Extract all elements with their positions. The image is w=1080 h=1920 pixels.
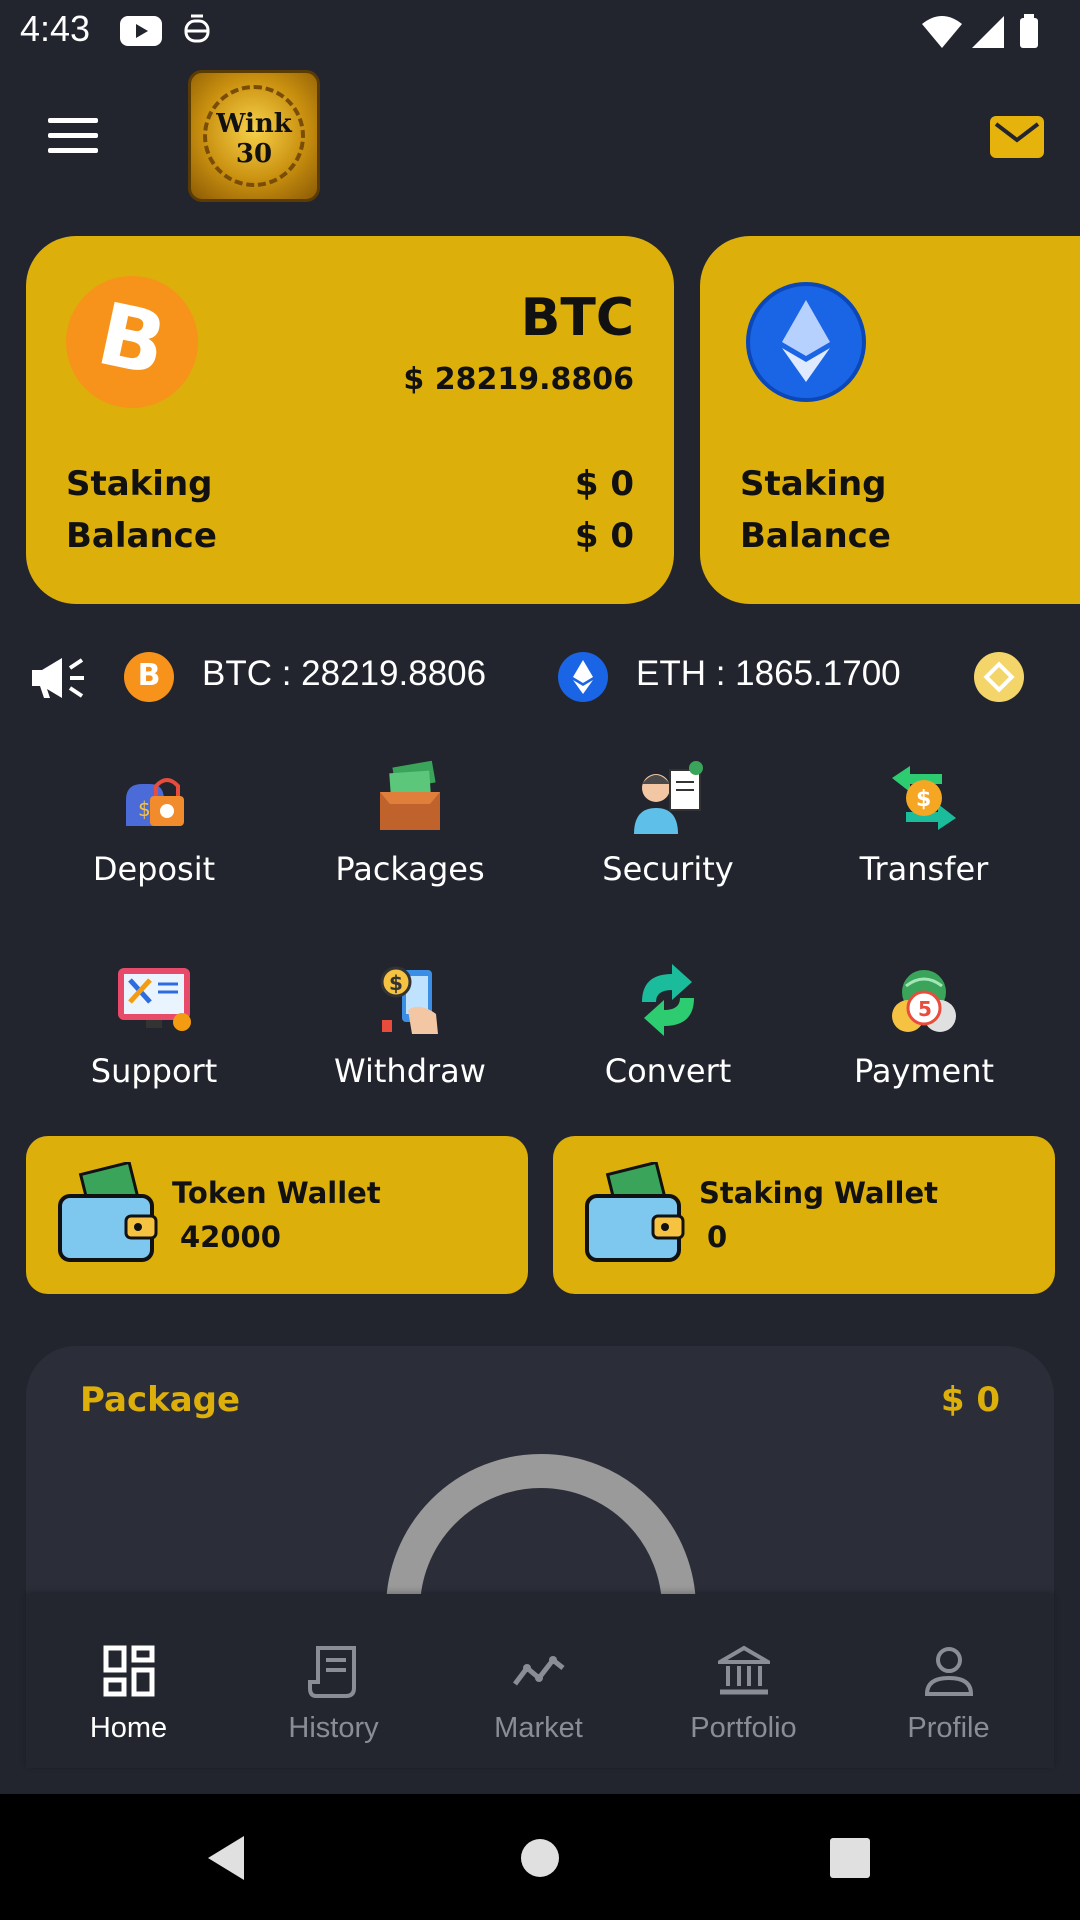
wallet-icon	[58, 1162, 158, 1262]
package-gauge	[386, 1454, 696, 1606]
wallet-value: 0	[707, 1220, 728, 1254]
security-person-icon	[634, 761, 703, 834]
status-icons	[922, 14, 1038, 48]
status-bar: 4:43	[0, 0, 1080, 64]
svg-text:5: 5	[918, 997, 932, 1021]
nav-label: Market	[494, 1712, 583, 1744]
staking-label: Staking	[740, 464, 887, 504]
feature-withdraw[interactable]: $ Withdraw	[300, 962, 520, 1122]
convert-arrows-icon	[642, 964, 694, 1036]
feature-label: Deposit	[92, 850, 216, 888]
profile-person-icon	[924, 1647, 974, 1696]
package-panel: Package $ 0	[26, 1346, 1054, 1606]
feature-convert[interactable]: Convert	[558, 962, 778, 1122]
card-price: $ 28219.8806	[403, 362, 634, 397]
feature-label: Payment	[853, 1052, 995, 1090]
feature-label: Transfer	[859, 850, 989, 888]
battery-icon	[1020, 18, 1038, 48]
svg-text:$: $	[389, 971, 403, 995]
staking-label: Staking	[66, 464, 213, 504]
history-receipt-icon	[308, 1646, 356, 1698]
feature-transfer[interactable]: $ Transfer	[814, 760, 1034, 920]
home-grid-icon	[103, 1645, 155, 1697]
deposit-money-bag-icon: $	[126, 778, 184, 826]
home-circle-icon[interactable]	[512, 1830, 568, 1886]
nav-profile[interactable]: Profile	[846, 1594, 1051, 1768]
app-logo: Wink 30	[188, 70, 320, 202]
nav-label: Home	[89, 1712, 168, 1744]
signal-icon	[972, 16, 1004, 48]
balance-value: $ 0	[574, 516, 634, 556]
feature-deposit[interactable]: $ Deposit	[44, 760, 264, 920]
feature-support[interactable]: Support	[44, 962, 264, 1122]
menu-hamburger-icon[interactable]	[48, 118, 98, 154]
ethereum-icon	[558, 652, 608, 702]
bottom-navigation: Home History Market Portfolio Profile	[26, 1594, 1054, 1768]
feature-security[interactable]: Security	[558, 760, 778, 920]
card-symbol: BTC	[520, 288, 634, 348]
staking-value: $ 0	[574, 464, 634, 504]
bot-notification-icon	[184, 14, 210, 43]
bitcoin-icon: B	[124, 652, 174, 702]
wifi-icon	[922, 16, 962, 48]
coin-card-eth[interactable]: Staking Balance	[700, 236, 1080, 604]
nav-label: History	[288, 1712, 379, 1744]
svg-text:$: $	[916, 787, 931, 812]
nav-label: Profile	[907, 1712, 990, 1744]
feature-label: Security	[602, 850, 734, 888]
nav-portfolio[interactable]: Portfolio	[641, 1594, 846, 1768]
status-time: 4:43	[20, 8, 91, 49]
transfer-arrows-icon: $	[892, 766, 956, 830]
nav-market[interactable]: Market	[436, 1594, 641, 1768]
svg-text:$: $	[138, 797, 151, 821]
wallet-title: Staking Wallet	[699, 1176, 938, 1210]
binance-icon	[974, 652, 1024, 702]
balance-label: Balance	[66, 516, 217, 556]
feature-label: Support	[90, 1052, 218, 1090]
feature-label: Withdraw	[334, 1052, 486, 1090]
package-title: Package	[80, 1380, 241, 1420]
withdraw-phone-icon: $	[380, 966, 438, 1034]
back-icon[interactable]	[200, 1830, 256, 1886]
mail-icon[interactable]	[990, 116, 1044, 158]
token-wallet-card[interactable]: Token Wallet 42000	[26, 1136, 528, 1294]
support-tools-icon	[118, 968, 191, 1031]
packages-box-icon	[380, 760, 440, 830]
wallet-value: 42000	[180, 1220, 281, 1254]
staking-wallet-card[interactable]: Staking Wallet 0	[553, 1136, 1055, 1294]
wallet-icon	[585, 1162, 685, 1262]
nav-label: Portfolio	[690, 1712, 797, 1744]
recents-square-icon[interactable]	[822, 1830, 878, 1886]
megaphone-icon	[32, 658, 84, 698]
ticker-btc: BTC : 28219.8806	[202, 654, 487, 693]
payment-globe-icon: 5	[892, 970, 956, 1032]
system-navigation-bar	[0, 1794, 1080, 1920]
price-ticker: B BTC : 28219.8806 ETH : 1865.1700	[0, 648, 1080, 704]
coin-card-btc[interactable]: B BTC $ 28219.8806 Staking $ 0 Balance $…	[26, 236, 674, 604]
bitcoin-icon: B	[66, 276, 198, 408]
package-value: $ 0	[940, 1380, 1000, 1420]
wallet-title: Token Wallet	[172, 1176, 381, 1210]
portfolio-bank-icon	[718, 1645, 770, 1695]
nav-home[interactable]: Home	[26, 1594, 231, 1768]
youtube-notification-icon	[120, 16, 162, 46]
ethereum-icon	[746, 282, 866, 402]
balance-label: Balance	[740, 516, 891, 556]
feature-label: Packages	[335, 850, 485, 888]
feature-label: Convert	[604, 1052, 732, 1090]
market-chart-icon	[513, 1656, 565, 1686]
feature-packages[interactable]: Packages	[300, 760, 520, 920]
feature-payment[interactable]: 5 Payment	[814, 962, 1034, 1122]
nav-history[interactable]: History	[231, 1594, 436, 1768]
ticker-eth: ETH : 1865.1700	[636, 654, 901, 693]
